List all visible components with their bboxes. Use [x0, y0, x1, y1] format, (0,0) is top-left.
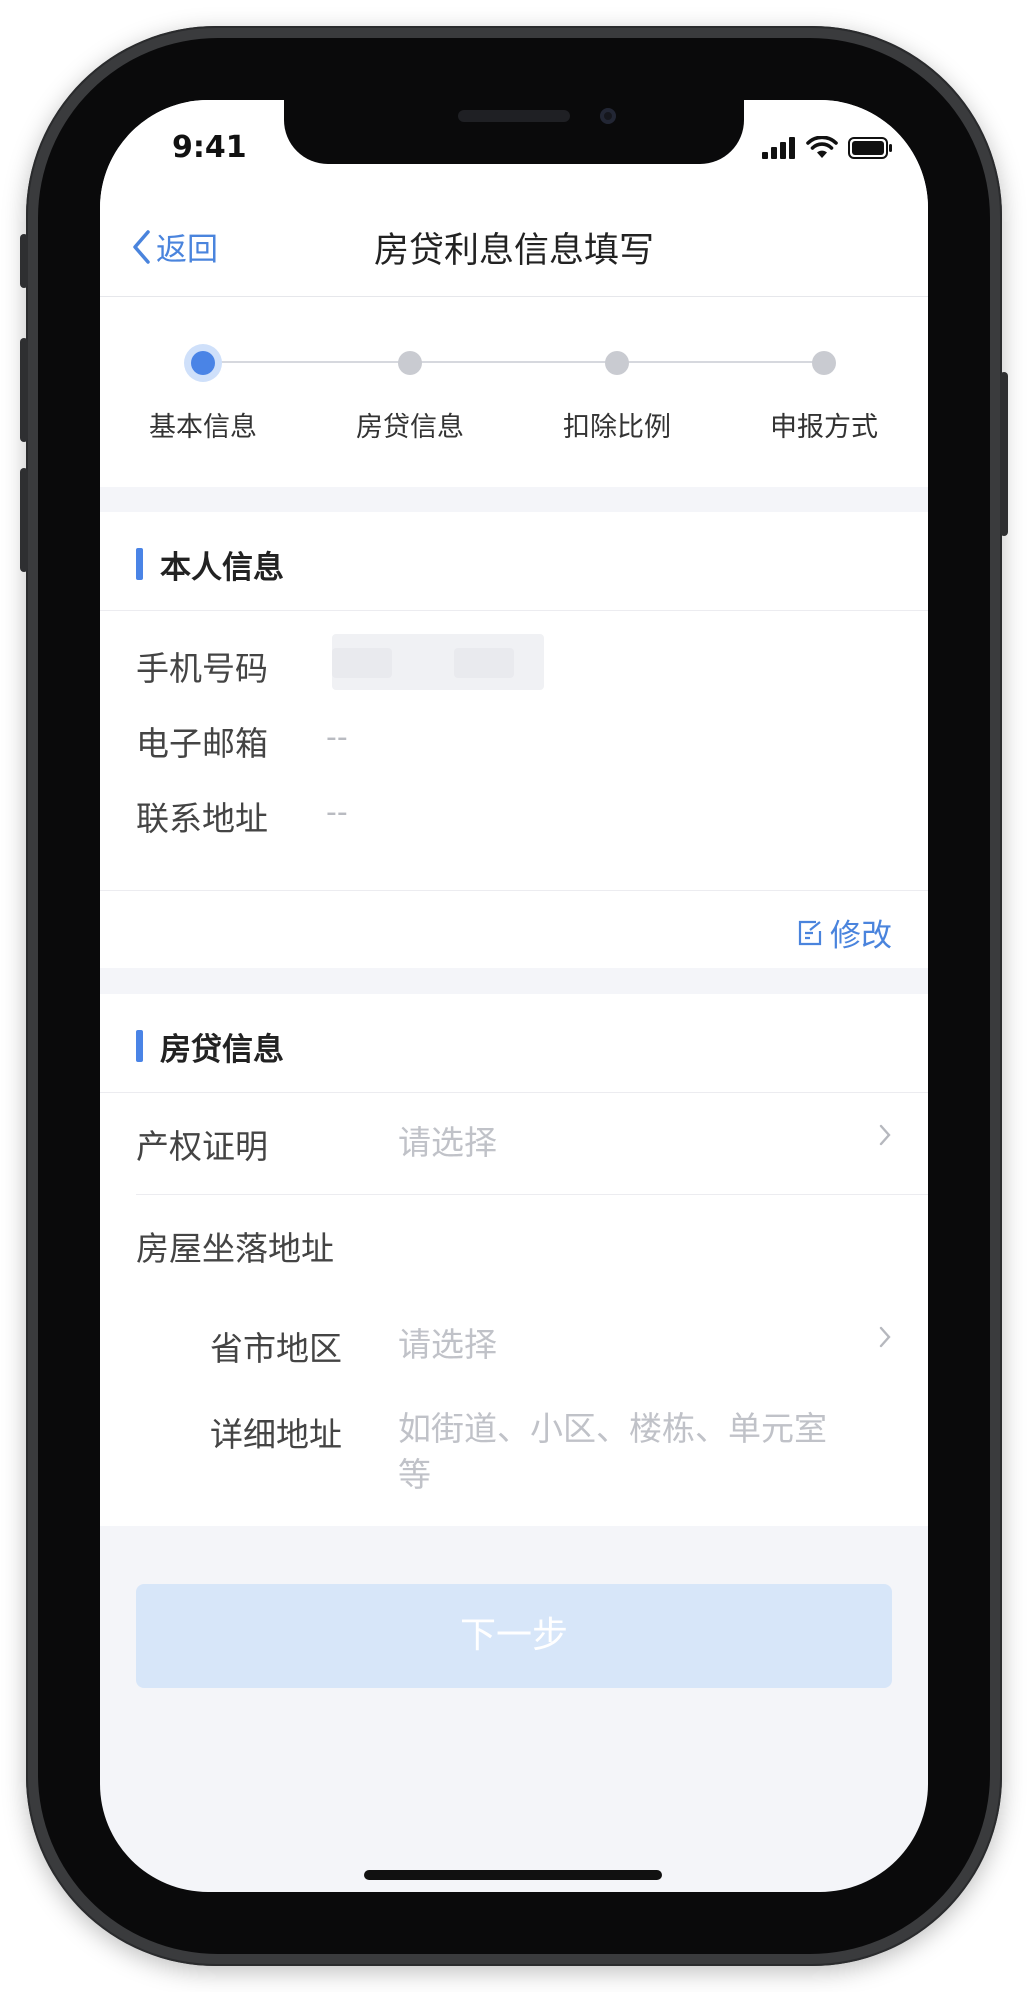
- phone-number-label: 手机号码: [136, 649, 268, 688]
- edit-icon: [798, 920, 822, 945]
- silent-switch: [20, 234, 28, 288]
- section-accent-bar: [136, 548, 143, 580]
- email-label: 电子邮箱: [136, 724, 268, 763]
- detail-address-label: 详细地址: [210, 1415, 342, 1454]
- step-label: 基本信息: [149, 412, 257, 443]
- step-label: 申报方式: [770, 412, 878, 443]
- volume-up-button: [20, 338, 28, 442]
- detail-address-placeholder-line: 如街道、小区、楼栋、单元室: [398, 1409, 827, 1448]
- email-value: --: [326, 720, 348, 755]
- earpiece-speaker: [458, 110, 570, 122]
- redacted-segment: [454, 648, 514, 678]
- chevron-right-icon: [878, 1120, 892, 1155]
- section-header: 本人信息: [100, 512, 928, 611]
- step-dot-active: [191, 351, 215, 375]
- cellular-signal-icon: [762, 137, 795, 159]
- chevron-right-icon: [878, 1322, 892, 1357]
- step-dot: [812, 351, 836, 375]
- divider: [100, 890, 928, 891]
- detail-address-input[interactable]: 如街道、小区、楼栋、单元室 等: [398, 1406, 827, 1498]
- detail-address-row[interactable]: 详细地址 如街道、小区、楼栋、单元室 等: [100, 1396, 928, 1526]
- battery-icon: [848, 137, 892, 159]
- status-time: 9:41: [172, 130, 247, 165]
- progress-stepper: 基本信息 房贷信息 扣除比例 申报方式: [100, 297, 928, 487]
- section-accent-bar: [136, 1030, 143, 1062]
- loan-info-section: 房贷信息 产权证明 请选择 房屋坐落地址 省市地区 请选择: [100, 994, 928, 1430]
- address-label: 联系地址: [136, 799, 268, 838]
- section-title: 房贷信息: [160, 1032, 284, 1068]
- edit-button[interactable]: 修改: [796, 910, 892, 955]
- home-indicator: [364, 1870, 662, 1880]
- region-label: 省市地区: [210, 1329, 342, 1368]
- status-icons: [762, 136, 894, 160]
- property-certificate-row[interactable]: 产权证明 请选择: [100, 1092, 928, 1194]
- divider: [136, 1194, 928, 1195]
- edit-row: 修改: [100, 892, 928, 968]
- phone-screen: 9:41 返回 房贷利息信息填写 基本信息 房贷信息 扣除比例 申报方式 本人信…: [100, 100, 928, 1892]
- address-value: --: [326, 795, 348, 830]
- navigation-bar: 返回 房贷利息信息填写: [100, 196, 928, 297]
- section-title: 本人信息: [160, 550, 284, 586]
- region-select[interactable]: 请选择: [398, 1322, 497, 1368]
- stepper-track: [203, 361, 825, 363]
- step-deduction-ratio: 扣除比例: [542, 345, 692, 444]
- step-loan-info: 房贷信息: [335, 345, 485, 444]
- step-dot: [398, 351, 422, 375]
- house-address-heading: 房屋坐落地址: [136, 1229, 334, 1268]
- next-step-button[interactable]: 下一步: [136, 1584, 892, 1688]
- step-label: 扣除比例: [563, 412, 671, 443]
- section-header: 房贷信息: [100, 994, 928, 1093]
- personal-info-section: 本人信息 手机号码 电子邮箱 -- 联系地址 --: [100, 512, 928, 892]
- step-dot: [605, 351, 629, 375]
- redacted-segment: [332, 648, 392, 678]
- detail-address-block: 详细地址 如街道、小区、楼栋、单元室 等: [100, 1396, 928, 1526]
- volume-down-button: [20, 468, 28, 572]
- page-title: 房贷利息信息填写: [373, 231, 654, 271]
- property-certificate-select[interactable]: 请选择: [398, 1120, 497, 1166]
- wifi-icon: [806, 136, 838, 158]
- detail-address-placeholder-line: 等: [398, 1455, 431, 1494]
- step-label: 房贷信息: [356, 412, 464, 443]
- property-certificate-label: 产权证明: [136, 1127, 268, 1166]
- front-camera: [600, 108, 616, 124]
- region-row[interactable]: 省市地区 请选择: [100, 1294, 928, 1396]
- step-basic-info: 基本信息: [128, 345, 278, 444]
- step-declaration-method: 申报方式: [749, 345, 899, 444]
- edit-label: 修改: [830, 918, 892, 954]
- power-button: [1000, 372, 1008, 536]
